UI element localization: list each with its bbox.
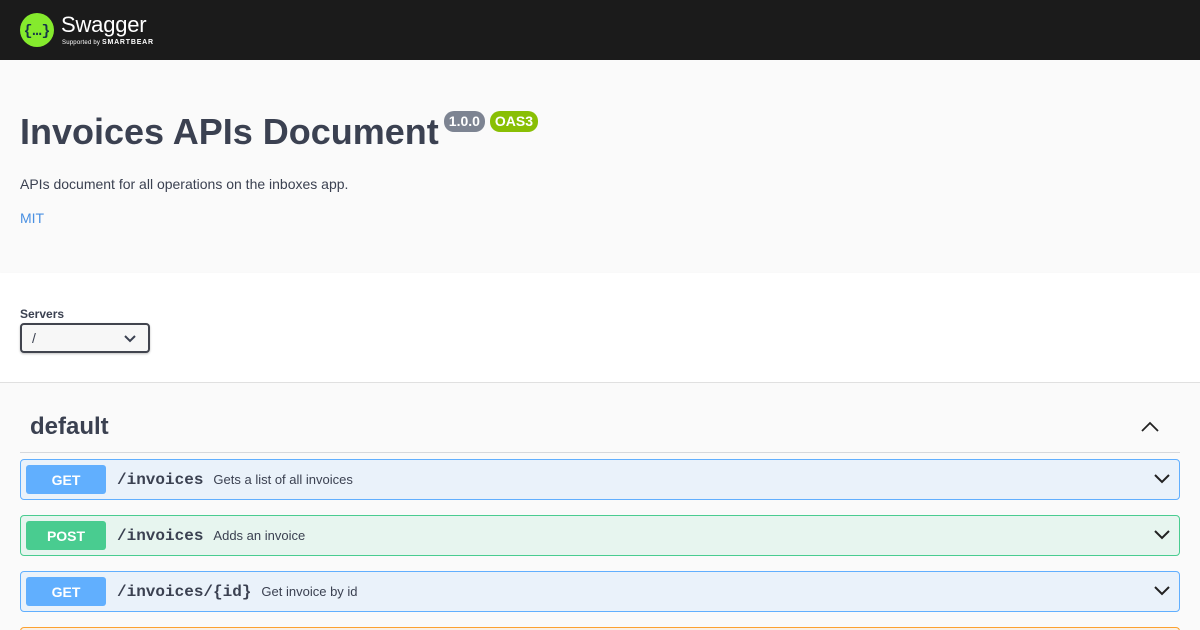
oas-badge: OAS3 [489,111,539,132]
operation-path: /invoices [117,470,204,489]
operation-get-invoices[interactable]: GET /invoices Gets a list of all invoice… [20,459,1180,500]
tag-title: default [30,412,109,440]
method-badge-get: GET [26,577,106,606]
servers-section: Servers / [0,273,1200,383]
method-badge-post: POST [26,521,106,550]
servers-label: Servers [20,307,65,321]
version-badge: 1.0.0 [443,111,485,132]
chevron-down-icon [124,330,136,346]
operations-section: default GET /invoices Gets a list of all… [0,383,1200,630]
page-title: Invoices APIs Document [20,111,439,152]
operation-summary: Gets a list of all invoices [213,472,353,487]
topbar: {…} Swagger Supported by SMARTBEAR [0,0,1200,60]
chevron-down-icon[interactable] [1153,528,1171,546]
logo-sub-prefix: Supported by [62,40,101,46]
chevron-up-icon[interactable] [1140,403,1160,433]
operation-summary: Get invoice by id [261,584,358,599]
swagger-logo-link[interactable]: {…} Swagger Supported by SMARTBEAR [20,13,154,47]
svg-text:{…}: {…} [25,23,49,40]
operation-path: /invoices [117,526,204,545]
operation-summary: Adds an invoice [213,528,306,543]
method-badge-get: GET [26,465,106,494]
swagger-braces-icon: {…} [20,13,54,47]
servers-selected-value: / [32,330,36,346]
tag-header-default[interactable]: default [20,383,1180,453]
servers-select[interactable]: / [20,323,150,353]
info-section: Invoices APIs Document 1.0.0 OAS3 APIs d… [0,60,1200,273]
logo-subtitle: Supported by SMARTBEAR [62,39,154,46]
operation-get-invoice-by-id[interactable]: GET /invoices/{id} Get invoice by id [20,571,1180,612]
logo-sub-brand: SMARTBEAR [101,39,154,46]
chevron-down-icon[interactable] [1153,472,1171,490]
license-link[interactable]: MIT [20,210,44,226]
operation-post-invoices[interactable]: POST /invoices Adds an invoice [20,515,1180,556]
logo-name: Swagger [61,12,147,37]
chevron-down-icon[interactable] [1153,584,1171,602]
operation-path: /invoices/{id} [117,582,252,601]
api-description: APIs document for all operations on the … [20,176,349,192]
